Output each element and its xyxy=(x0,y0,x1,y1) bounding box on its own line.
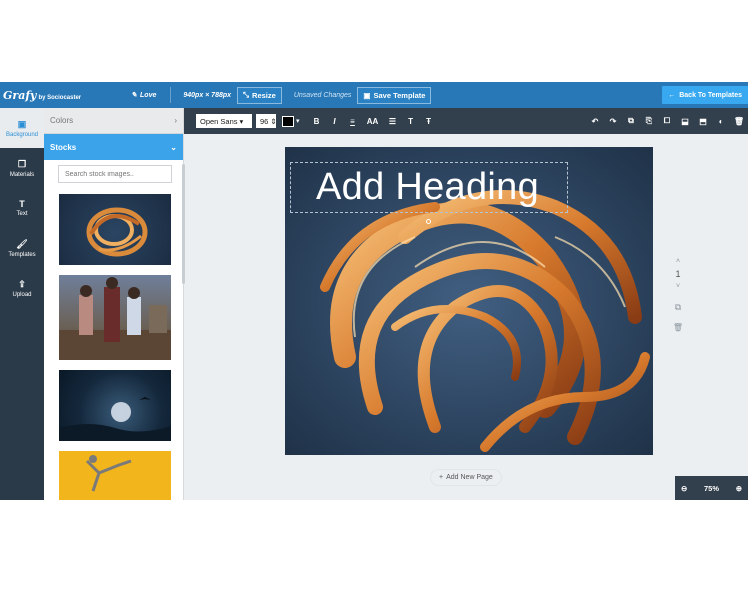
text-style-icon[interactable]: Ŧ xyxy=(420,117,438,126)
caret-down-icon: ▾ xyxy=(239,116,244,126)
stock-thumbnail[interactable] xyxy=(59,451,171,500)
layer-down-icon[interactable]: ⬓ xyxy=(676,117,694,126)
chevron-down-icon[interactable]: ˅ xyxy=(676,283,680,290)
font-size-stepper[interactable]: 96 ⇕ xyxy=(256,114,277,128)
zoom-in-icon[interactable]: ⊕ xyxy=(736,484,742,493)
text-toolbar: Open Sans ▾ 96 ⇕ ▾ B I ≡ AA ☰ T Ŧ ↶ ↷ ⧉ ⎘ … xyxy=(184,108,748,134)
redo-icon[interactable]: ↷ xyxy=(604,117,622,126)
abstract-swirl-image xyxy=(86,207,148,257)
save-template-button[interactable]: ▣ Save Template xyxy=(357,86,432,104)
chevron-right-icon: › xyxy=(174,116,177,125)
dancer-illustration-image xyxy=(85,455,132,492)
sidebar-item-materials[interactable]: ❐ Materials xyxy=(0,148,44,188)
stocks-accordion[interactable]: Stocks ⌄ xyxy=(44,134,183,160)
expand-icon: ⤡ xyxy=(243,90,250,99)
chevron-up-icon[interactable]: ˄ xyxy=(676,258,680,265)
stock-panel: Colors › Stocks ⌄ xyxy=(44,108,185,500)
stock-thumbnail[interactable] xyxy=(59,275,171,360)
align-center-icon[interactable]: ≡ xyxy=(344,117,362,126)
arrow-left-icon: ← xyxy=(668,91,676,99)
stock-thumbnail[interactable] xyxy=(59,194,171,265)
brush-icon: 🖌 xyxy=(16,238,28,249)
sidebar-item-upload[interactable]: ⇪ Upload xyxy=(0,268,44,308)
plus-icon: + xyxy=(439,474,444,481)
chevron-down-icon: ⌄ xyxy=(170,142,177,152)
text-icon: T xyxy=(19,199,25,209)
night-sky-image xyxy=(59,397,171,441)
colors-accordion[interactable]: Colors › xyxy=(44,108,183,134)
heading-text[interactable]: Add Heading xyxy=(316,166,539,209)
send-backward-icon[interactable]: ⧠ xyxy=(658,116,676,126)
text-size-icon[interactable]: T xyxy=(402,117,420,126)
top-bar: Grafy by Sociocaster ✎ Love 940px × 788px … xyxy=(0,82,748,108)
italic-button[interactable]: I xyxy=(326,117,344,126)
duplicate-icon[interactable]: ⧉ xyxy=(622,116,640,126)
list-icon[interactable]: ☰ xyxy=(384,117,402,126)
divider xyxy=(170,87,172,103)
delete-page-icon[interactable]: 🗑 xyxy=(673,323,683,332)
page-number: 1 xyxy=(675,269,681,279)
unsaved-status: Unsaved Changes xyxy=(293,91,352,99)
pencil-icon: ✎ xyxy=(131,92,138,99)
panel-scrollbar[interactable] xyxy=(182,164,185,284)
image-icon: ▣ xyxy=(17,118,27,129)
logo: Grafy by Sociocaster xyxy=(3,88,82,102)
stock-thumbnail[interactable] xyxy=(59,370,171,441)
color-caret-icon[interactable]: ▾ xyxy=(296,117,300,125)
sidebar-item-background[interactable]: ▣ Background xyxy=(0,108,44,148)
people-photo-image xyxy=(59,277,171,360)
sidebar: ▣ Background ❐ Materials T Text 🖌 Templa… xyxy=(0,108,44,500)
zoom-out-icon[interactable]: ⊖ xyxy=(681,484,687,493)
page-controls: ˄ 1 ˅ ⧉ 🗑 xyxy=(670,258,686,332)
opacity-icon[interactable]: ◐ xyxy=(712,117,730,126)
app-window: Grafy by Sociocaster ✎ Love 940px × 788px … xyxy=(0,82,748,500)
stepper-icon: ⇕ xyxy=(270,116,277,126)
sidebar-item-text[interactable]: T Text xyxy=(0,188,44,228)
search-input[interactable] xyxy=(58,165,172,183)
zoom-level: 75% xyxy=(703,483,719,493)
bold-button[interactable]: B xyxy=(308,117,326,126)
canvas-dimensions: 940px × 788px xyxy=(183,91,232,99)
back-to-templates-button[interactable]: ← Back To Templates xyxy=(662,86,748,104)
undo-icon[interactable]: ↶ xyxy=(586,117,604,126)
copy-icon: ❐ xyxy=(17,158,27,169)
add-new-page-button[interactable]: + Add New Page xyxy=(430,469,502,486)
rotate-handle[interactable] xyxy=(426,219,431,224)
resize-button[interactable]: ⤡ Resize xyxy=(237,86,282,104)
upload-icon: ⇪ xyxy=(18,278,26,289)
love-button[interactable]: ✎ Love xyxy=(131,91,156,100)
trash-icon[interactable]: 🗑 xyxy=(730,117,748,126)
save-icon: ▣ xyxy=(363,90,371,100)
font-select[interactable]: Open Sans ▾ xyxy=(196,114,252,128)
duplicate-page-icon[interactable]: ⧉ xyxy=(675,302,681,313)
zoom-control: ⊖ 75% ⊕ xyxy=(675,476,748,500)
caps-button[interactable]: AA xyxy=(362,117,384,126)
text-color-swatch[interactable] xyxy=(282,115,294,127)
sidebar-item-templates[interactable]: 🖌 Templates xyxy=(0,228,44,268)
layer-up-icon[interactable]: ⬒ xyxy=(694,117,712,126)
copy-style-icon[interactable]: ⎘ xyxy=(640,116,658,126)
